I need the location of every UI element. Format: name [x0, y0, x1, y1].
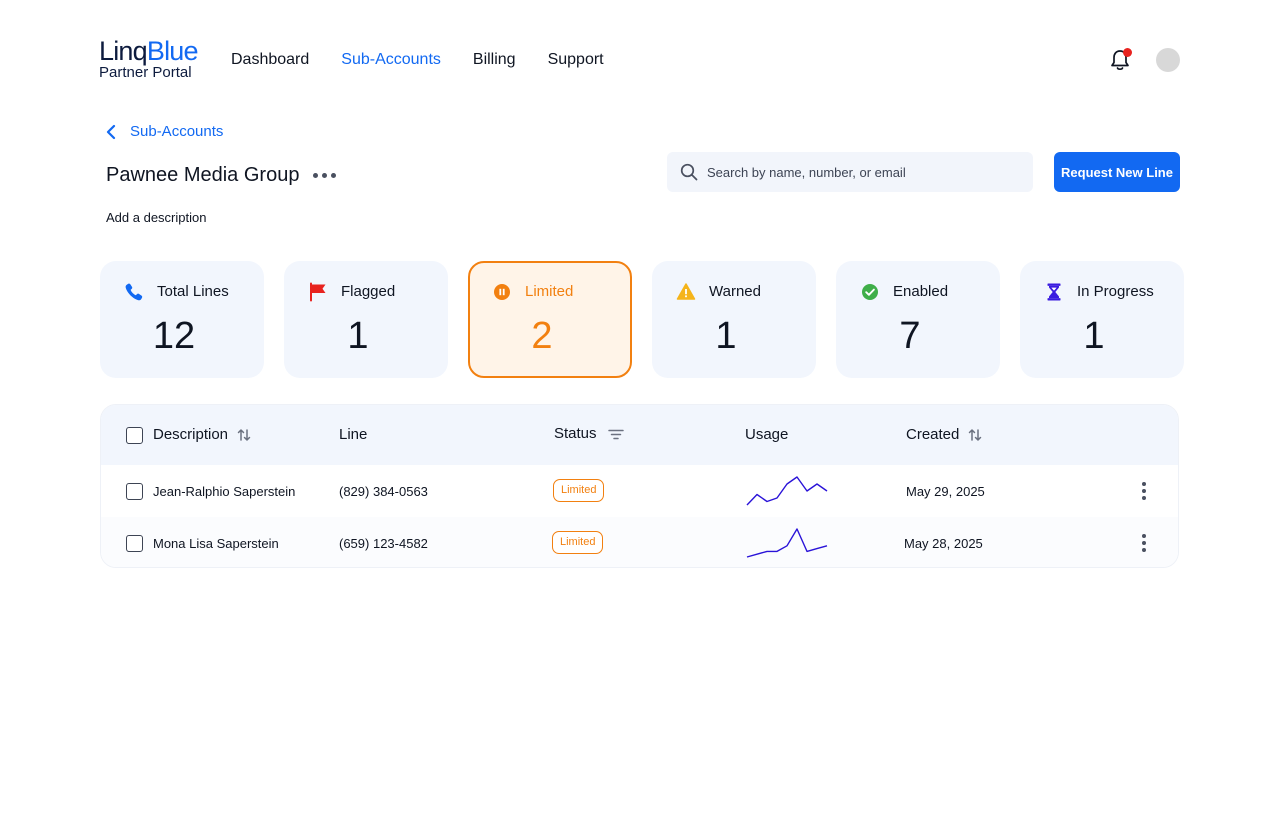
title-row: Pawnee Media Group	[106, 162, 338, 188]
stat-value: 7	[899, 315, 921, 357]
column-description[interactable]: Description	[153, 425, 252, 445]
row-checkbox[interactable]	[126, 483, 143, 500]
nav-dashboard[interactable]: Dashboard	[231, 50, 309, 70]
column-label: Line	[339, 426, 368, 443]
stat-label: In Progress	[1077, 283, 1154, 300]
search-icon	[680, 163, 698, 181]
stat-cards: Total Lines 12 Flagged 1 Limited 2 Warne…	[100, 261, 1184, 378]
logo-wordmark-linq: Linq	[99, 36, 148, 66]
cell-line: (659) 123-4582	[339, 536, 428, 551]
stat-card-limited[interactable]: Limited 2	[468, 261, 632, 378]
status-badge: Limited	[553, 479, 605, 502]
flag-icon	[308, 282, 328, 302]
column-line: Line	[339, 425, 367, 445]
chevron-left-icon	[106, 124, 116, 140]
usage-sparkline	[746, 476, 828, 506]
main-nav: Dashboard Sub-Accounts Billing Support	[231, 50, 604, 70]
column-label: Description	[153, 426, 229, 443]
stat-value: 1	[715, 315, 737, 357]
column-usage: Usage	[745, 425, 788, 445]
check-circle-icon	[860, 282, 880, 302]
column-label: Status	[554, 425, 597, 442]
table-row[interactable]: Mona Lisa Saperstein (659) 123-4582 Limi…	[101, 517, 1178, 567]
notification-dot	[1123, 48, 1132, 57]
stat-card-in-progress[interactable]: In Progress 1	[1020, 261, 1184, 378]
filter-icon[interactable]	[607, 426, 625, 442]
stat-label: Enabled	[893, 283, 949, 300]
stat-card-enabled[interactable]: Enabled 7	[836, 261, 1000, 378]
column-status[interactable]: Status	[554, 424, 625, 444]
sparkline-path	[746, 528, 828, 558]
cell-created: May 29, 2025	[906, 484, 985, 499]
status-badge: Limited	[552, 531, 604, 554]
request-new-line-button[interactable]: Request New Line	[1054, 152, 1180, 192]
row-actions-icon[interactable]	[1136, 479, 1152, 503]
sparkline-path	[746, 476, 828, 506]
back-link-label: Sub-Accounts	[130, 123, 224, 140]
lines-table: Description Line Status Usage Created Je…	[100, 404, 1179, 568]
row-checkbox[interactable]	[126, 535, 143, 552]
stat-label: Total Lines	[157, 283, 229, 300]
cell-description: Jean-Ralphio Saperstein	[153, 484, 296, 499]
cell-description: Mona Lisa Saperstein	[153, 536, 279, 551]
page-title: Pawnee Media Group	[106, 164, 300, 186]
select-all-checkbox[interactable]	[126, 427, 143, 444]
logo-wordmark-blue: Blue	[146, 36, 199, 66]
nav-billing[interactable]: Billing	[473, 50, 516, 70]
brand-logo[interactable]: LinqBlue Partner Portal	[99, 36, 199, 81]
stat-label: Flagged	[341, 283, 396, 300]
stat-value: 1	[347, 315, 369, 357]
stat-card-flagged[interactable]: Flagged 1	[284, 261, 448, 378]
stat-card-total-lines[interactable]: Total Lines 12	[100, 261, 264, 378]
warning-icon	[676, 282, 696, 302]
nav-sub-accounts[interactable]: Sub-Accounts	[341, 50, 441, 70]
nav-support[interactable]: Support	[548, 50, 604, 70]
stat-label: Warned	[709, 283, 761, 300]
logo-subtitle: Partner Portal	[99, 64, 192, 81]
search-bar	[667, 152, 1033, 192]
stat-value: 12	[152, 315, 196, 357]
avatar[interactable]	[1156, 48, 1180, 72]
back-link[interactable]: Sub-Accounts	[104, 122, 223, 142]
column-label: Usage	[745, 426, 789, 443]
phone-icon	[124, 282, 144, 302]
stat-label: Limited	[525, 283, 574, 300]
sort-icon[interactable]	[236, 427, 252, 443]
stat-card-warned[interactable]: Warned 1	[652, 261, 816, 378]
row-actions-icon[interactable]	[1136, 531, 1152, 555]
column-label: Created	[906, 426, 960, 443]
sort-icon[interactable]	[967, 427, 983, 443]
column-created[interactable]: Created	[906, 425, 983, 445]
hourglass-icon	[1044, 282, 1064, 302]
stat-value: 2	[531, 315, 553, 357]
table-header: Description Line Status Usage Created	[101, 405, 1178, 465]
more-options-icon[interactable]	[311, 169, 338, 182]
cell-line: (829) 384-0563	[339, 484, 428, 499]
cell-created: May 28, 2025	[904, 536, 983, 551]
table-row[interactable]: Jean-Ralphio Saperstein (829) 384-0563 L…	[101, 465, 1178, 517]
usage-sparkline	[746, 528, 828, 558]
add-description-link[interactable]: Add a description	[106, 210, 206, 226]
search-input[interactable]	[707, 164, 1007, 180]
pause-icon	[492, 282, 512, 302]
stat-value: 1	[1083, 315, 1105, 357]
